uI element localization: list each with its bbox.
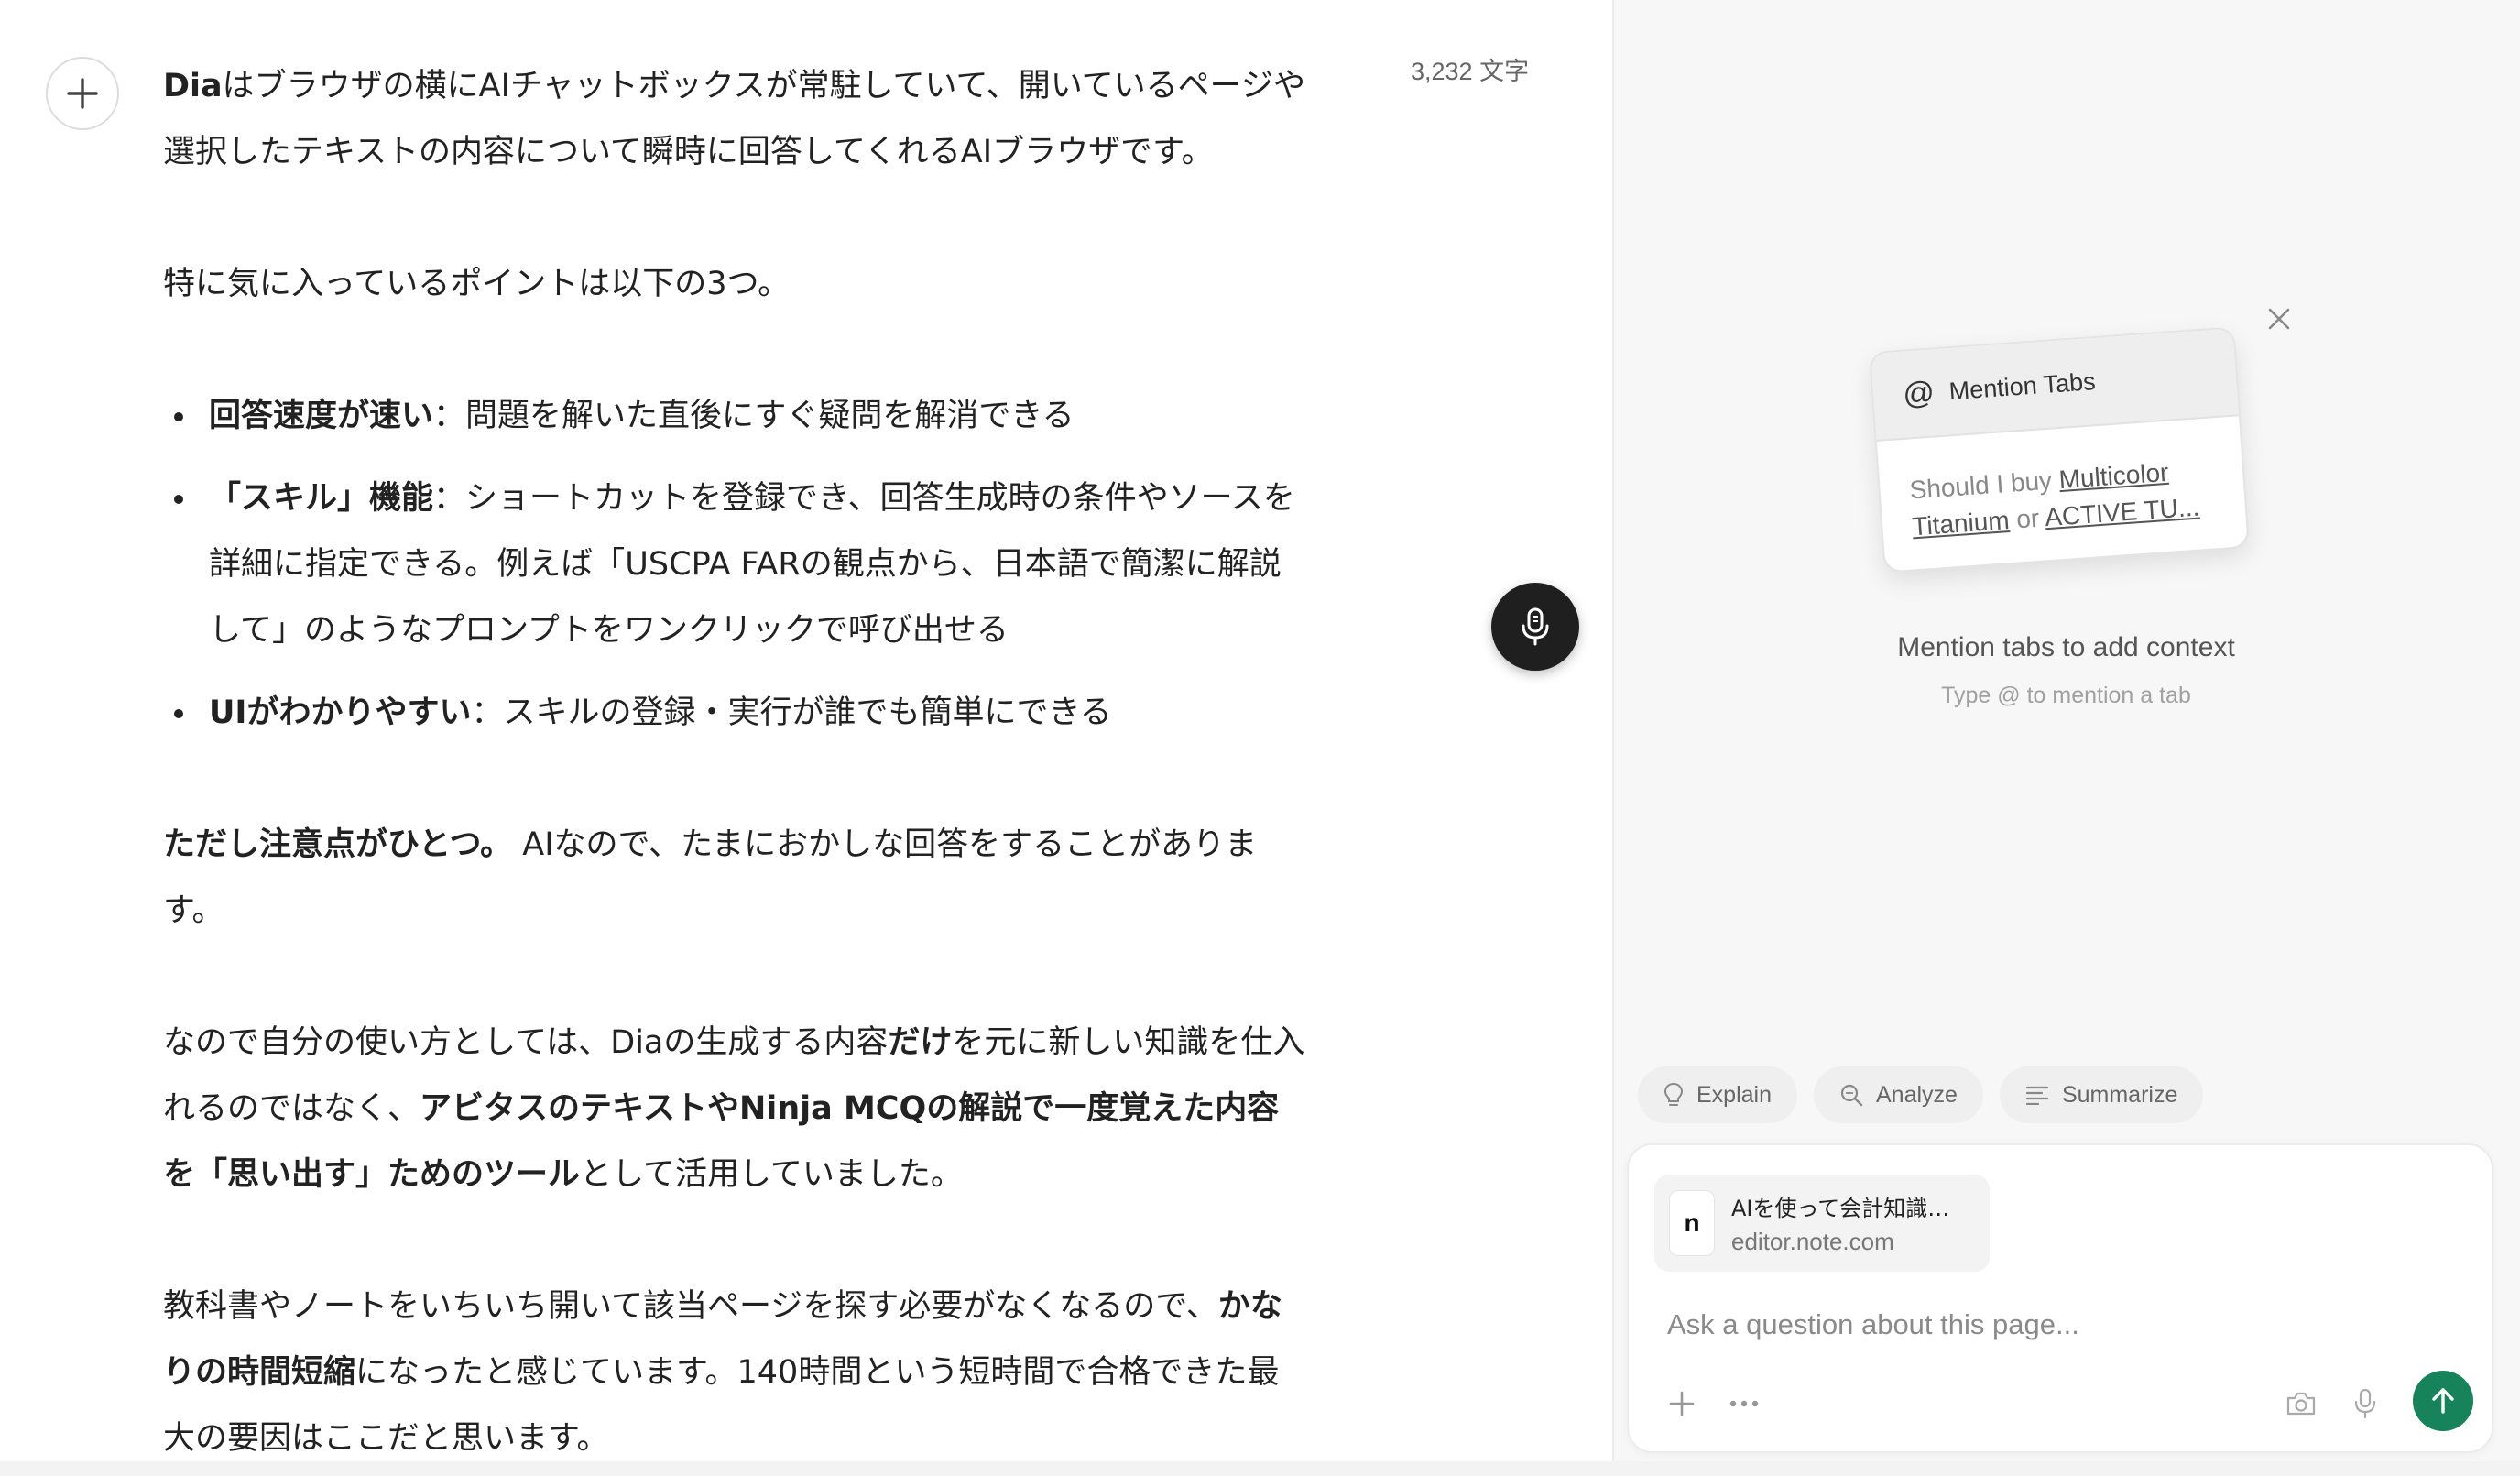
article-body[interactable]: Diaはブラウザの横にAIチャットボックスが常駐していて、開いているページや選択… — [163, 53, 1308, 1461]
note-logo-icon: n — [1669, 1190, 1715, 1256]
list-item: UIがわかりやすい：スキルの登録・実行が誰でも簡単にできる — [163, 680, 1308, 746]
mention-card-title: Mention Tabs — [1947, 366, 2097, 405]
context-tab-chip[interactable]: n AIを使って会計知識… editor.note.com — [1654, 1175, 1990, 1272]
send-button[interactable] — [2413, 1371, 2473, 1431]
feature-list: 回答速度が速い：問題を解いた直後にすぐ疑問を解消できる 「スキル」機能：ショート… — [163, 383, 1308, 746]
voice-input-button[interactable] — [1491, 583, 1579, 671]
arrow-up-icon — [2432, 1388, 2454, 1414]
list-lines-icon — [2025, 1086, 2049, 1105]
plus-icon — [67, 78, 98, 109]
paragraph: 特に気に入っているポイントは以下の3つ。 — [163, 266, 791, 302]
mention-tabs-illustration: @ Mention Tabs Should I buy Multicolor T… — [1869, 326, 2250, 574]
screenshot-button[interactable] — [2281, 1383, 2321, 1424]
attach-button[interactable] — [1664, 1385, 1700, 1422]
ask-input[interactable] — [1667, 1299, 2455, 1350]
paragraph: なので自分の使い方としては、Diaの生成する内容だけを元に新しい知識を仕入れるの… — [163, 1024, 1305, 1193]
camera-icon — [2286, 1392, 2316, 1416]
analyze-chip[interactable]: Analyze — [1814, 1066, 1983, 1123]
ellipsis-icon — [1729, 1400, 1759, 1407]
mention-hint-title: Mention tabs to add context — [1897, 632, 2235, 662]
editor-pane: 3,232 文字 Diaはブラウザの横にAIチャットボックスが常駐していて、開い… — [0, 0, 1610, 1461]
list-item: 「スキル」機能：ショートカットを登録でき、回答生成時の条件やソースを詳細に指定で… — [163, 465, 1308, 663]
window-bottom-edge — [0, 1461, 2520, 1476]
summarize-chip[interactable]: Summarize — [1999, 1066, 2204, 1123]
explain-chip[interactable]: Explain — [1638, 1066, 1797, 1123]
skill-chips: Explain Analyze Summarize — [1638, 1066, 2204, 1123]
dictation-button[interactable] — [2347, 1382, 2384, 1426]
context-tab-title: AIを使って会計知識… — [1731, 1196, 1950, 1221]
more-options-button[interactable] — [1724, 1385, 1764, 1422]
lightbulb-icon — [1664, 1082, 1684, 1106]
microphone-icon — [2354, 1388, 2376, 1419]
add-block-button[interactable] — [46, 57, 119, 130]
paragraph: ただし注意点がひとつ。 AIなので、たまにおかしな回答をすることがあります。 — [163, 826, 1258, 929]
list-item: 回答速度が速い：問題を解いた直後にすぐ疑問を解消できる — [163, 383, 1308, 449]
magnifier-icon — [1840, 1084, 1863, 1107]
at-sign-icon: @ — [1902, 374, 1936, 412]
context-tab-url: editor.note.com — [1731, 1228, 1894, 1255]
word-count: 3,232 文字 — [1411, 58, 1530, 85]
paragraph: 教科書やノートをいちいち開いて該当ページを探す必要がなくなるので、かなりの時間短… — [163, 1288, 1282, 1457]
close-icon — [2268, 308, 2290, 330]
paragraph: Diaはブラウザの横にAIチャットボックスが常駐していて、開いているページや選択… — [163, 68, 1305, 170]
microphone-icon — [1522, 607, 1549, 646]
close-hint-button[interactable] — [2263, 302, 2296, 335]
chat-composer: n AIを使って会計知識… editor.note.com — [1627, 1143, 2493, 1453]
plus-icon — [1669, 1391, 1695, 1416]
mention-hint-subtitle: Type @ to mention a tab — [1941, 683, 2191, 708]
